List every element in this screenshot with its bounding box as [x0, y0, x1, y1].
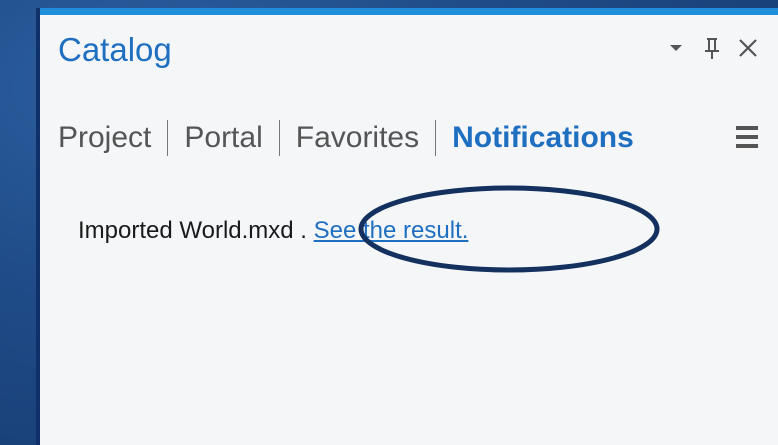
chevron-down-icon[interactable]: [664, 32, 688, 64]
notification-message: Imported World.mxd . See the result.: [78, 214, 468, 248]
tab-portal[interactable]: Portal: [184, 116, 262, 160]
panel-title: Catalog: [58, 31, 172, 68]
tab-separator: [278, 120, 280, 156]
tab-favorites[interactable]: Favorites: [296, 116, 419, 160]
pin-icon[interactable]: [700, 32, 724, 64]
tab-notifications[interactable]: Notifications: [452, 116, 634, 160]
catalog-tabs: Project Portal Favorites Notifications: [58, 116, 634, 160]
notification-text: Imported World.mxd: [78, 217, 294, 244]
catalog-panel: Catalog Project Portal Favorites Notific…: [36, 8, 778, 445]
tab-separator: [167, 120, 169, 156]
panel-accent-bar: [40, 8, 778, 15]
close-icon[interactable]: [736, 32, 760, 64]
see-result-link[interactable]: See the result.: [314, 217, 469, 244]
notification-dot: .: [293, 217, 314, 244]
hamburger-menu-icon[interactable]: [736, 122, 758, 152]
tab-project[interactable]: Project: [58, 116, 151, 160]
tab-separator: [435, 120, 437, 156]
panel-title-controls: [664, 32, 760, 64]
